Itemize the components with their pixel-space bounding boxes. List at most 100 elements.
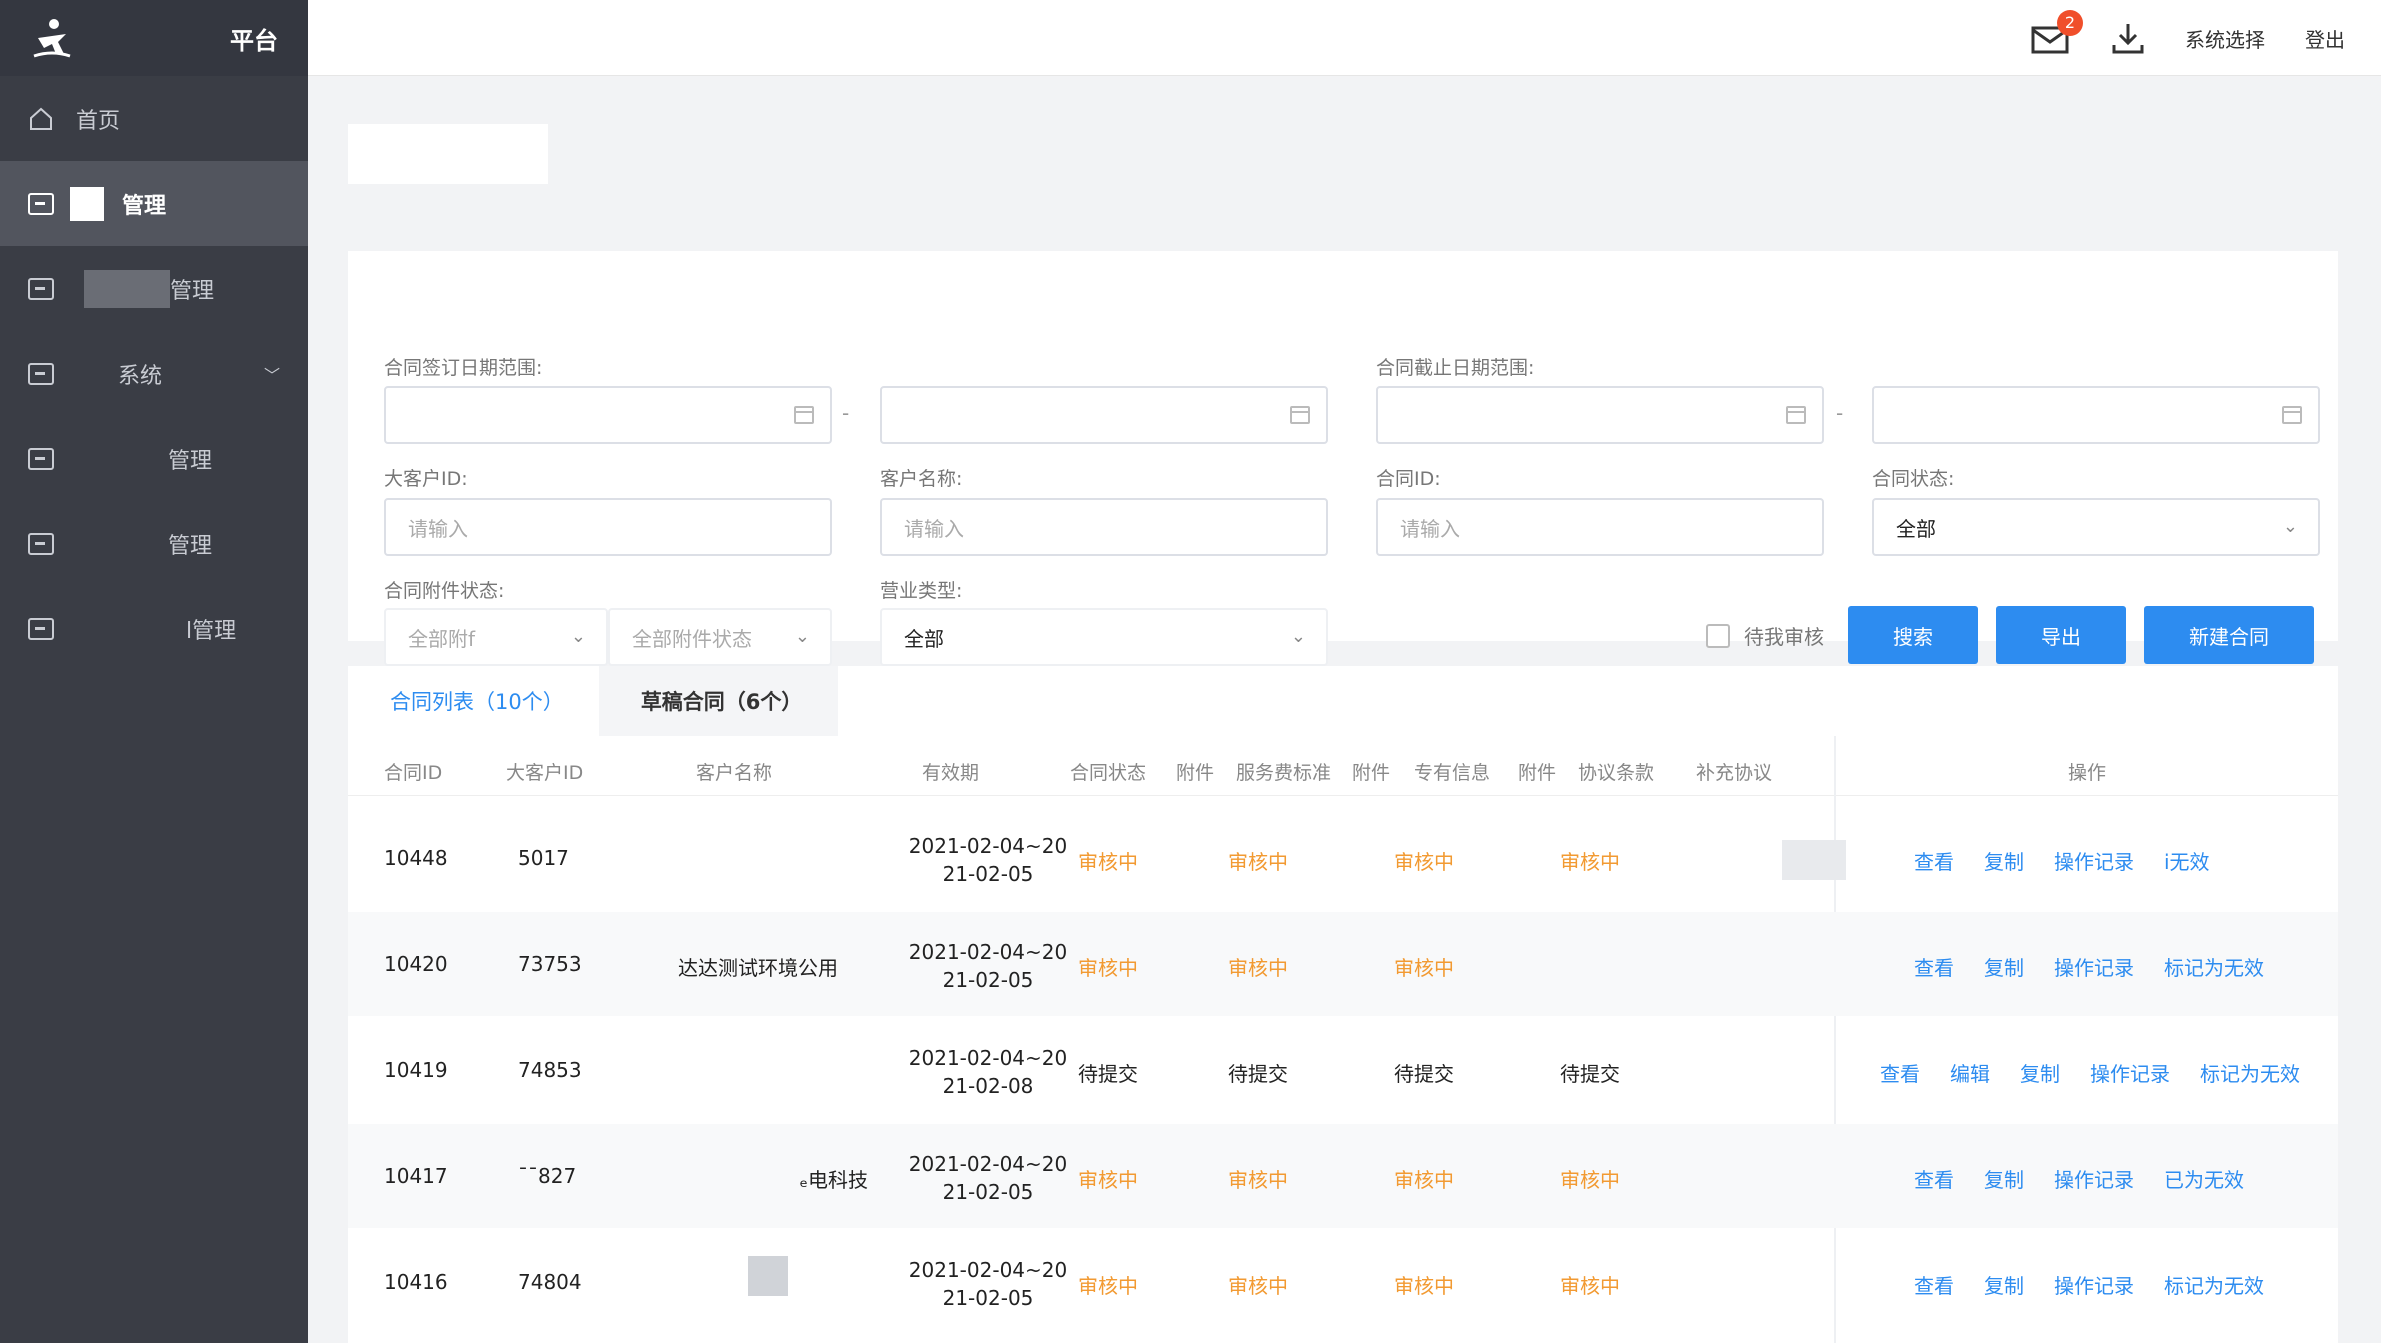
sign-date-label: 合同签订日期范围: xyxy=(384,357,543,379)
sidebar-item-label: 首页 xyxy=(76,108,121,134)
menu-icon xyxy=(28,447,54,470)
download-icon[interactable] xyxy=(2111,21,2145,55)
sidebar-item-system[interactable]: 系统 ﹀ xyxy=(0,331,308,416)
period-line: 2021-02-04~20 xyxy=(908,834,1068,858)
sidebar-item-manage-5[interactable]: l管理 xyxy=(0,586,308,671)
action-link[interactable]: 操作记录 xyxy=(2090,1058,2170,1087)
brand: 平台 xyxy=(0,0,308,76)
action-link[interactable]: 编辑 xyxy=(1950,1058,1990,1087)
end-date-label: 合同截止日期范围: xyxy=(1376,357,1535,379)
end-date-start-input[interactable] xyxy=(1376,386,1824,444)
action-link[interactable]: 查看 xyxy=(1914,846,1954,875)
business-type-select[interactable]: 全部 ⌄ xyxy=(880,608,1328,666)
action-link[interactable]: 复制 xyxy=(1984,952,2024,981)
action-link[interactable]: i无效 xyxy=(2164,846,2210,875)
customer-name: ₑ电科技 xyxy=(799,1168,868,1192)
customer-name-input[interactable]: 请输入 xyxy=(880,498,1328,556)
calendar-icon xyxy=(1290,406,1310,424)
contract-id: 10448 xyxy=(384,846,448,870)
sidebar: 平台 首页 管理 管理 系统 ﹀ 管理 管理 l管理 xyxy=(0,0,308,1343)
table-row: 10419 74853 2021-02-04~20 21-02-08 待提交 待提交 待提交… xyxy=(348,1018,2338,1122)
home-icon xyxy=(28,106,54,132)
action-link[interactable]: 操作记录 xyxy=(2054,952,2134,981)
contract-id-input[interactable]: 请输入 xyxy=(1376,498,1824,556)
action-link[interactable]: 操作记录 xyxy=(2054,846,2134,875)
action-link[interactable]: 标记为无效 xyxy=(2200,1058,2300,1087)
column-header: 操作 xyxy=(2068,762,2107,784)
sidebar-item-label: 管理 xyxy=(122,193,167,219)
logo-icon xyxy=(33,19,71,58)
end-date-end-input[interactable] xyxy=(1872,386,2320,444)
customer-id-label: 大客户ID: xyxy=(384,468,468,490)
attachment-select-2[interactable]: 全部附件状态 ⌄ xyxy=(608,608,832,666)
contract-status-select[interactable]: 全部 ⌄ xyxy=(1872,498,2320,556)
new-contract-button[interactable]: 新建合同 xyxy=(2144,606,2314,664)
placeholder: 请输入 xyxy=(1400,516,1460,541)
customer-id-input[interactable]: 请输入 xyxy=(384,498,832,556)
select-value: 全部 xyxy=(1896,516,1936,541)
contract-id-label: 合同ID: xyxy=(1376,468,1441,490)
notification-badge: 2 xyxy=(2057,10,2083,36)
topbar: 2 系统选择 登出 xyxy=(308,0,2381,76)
system-select-link[interactable]: 系统选择 xyxy=(2185,24,2265,53)
agreement-terms-status: 审核中 xyxy=(1560,1274,1620,1298)
sidebar-item-home[interactable]: 首页 xyxy=(0,76,308,161)
menu-icon xyxy=(28,617,54,640)
sidebar-item-manage-4[interactable]: 管理 xyxy=(0,501,308,586)
export-button[interactable]: 导出 xyxy=(1996,606,2126,664)
attachment-status-label: 合同附件状态: xyxy=(384,580,505,602)
agreement-terms-status: 待提交 xyxy=(1560,1062,1620,1086)
placeholder: 请输入 xyxy=(408,516,468,541)
service-fee-status: 审核中 xyxy=(1228,1168,1288,1192)
action-link[interactable]: 查看 xyxy=(1880,1058,1920,1087)
pending-review-checkbox[interactable]: 待我审核 xyxy=(1706,621,1824,650)
action-link[interactable]: 查看 xyxy=(1914,1164,1954,1193)
action-link[interactable]: 查看 xyxy=(1914,952,1954,981)
filter-panel: 合同签订日期范围: - 合同截止日期范围: - 大客户ID: 请输入 客户名称:… xyxy=(348,251,2338,666)
breadcrumb-area xyxy=(348,124,1648,264)
message-button[interactable]: 2 xyxy=(2031,10,2083,54)
redacted-block xyxy=(70,186,104,221)
proprietary-info-status: 待提交 xyxy=(1394,1062,1454,1086)
action-link[interactable]: 标记为无效 xyxy=(2164,952,2264,981)
period-line: 21-02-05 xyxy=(942,968,1034,992)
action-link[interactable]: 标记为无效 xyxy=(2164,1270,2264,1299)
action-link[interactable]: 操作记录 xyxy=(2054,1270,2134,1299)
brand-title: 平台 xyxy=(230,26,278,55)
action-link[interactable]: 操作记录 xyxy=(2054,1164,2134,1193)
action-link[interactable]: 复制 xyxy=(1984,1164,2024,1193)
contract-status: 审核中 xyxy=(1078,1168,1138,1192)
search-button[interactable]: 搜索 xyxy=(1848,606,1978,664)
main-content: 合同签订日期范围: - 合同截止日期范围: - 大客户ID: 请输入 客户名称:… xyxy=(308,76,2381,1343)
sidebar-item-manage-2[interactable]: 管理 xyxy=(0,246,308,331)
attachment-select-1[interactable]: 全部附f ⌄ xyxy=(384,608,608,666)
redacted-block xyxy=(1782,840,1846,880)
column-header: 协议条款 xyxy=(1578,762,1655,784)
contract-status: 审核中 xyxy=(1078,1274,1138,1298)
period-line: 21-02-05 xyxy=(942,1180,1034,1204)
action-link[interactable]: 查看 xyxy=(1914,1270,1954,1299)
placeholder: 请输入 xyxy=(904,516,964,541)
tab-draft-contracts[interactable]: 草稿合同（6个） xyxy=(599,686,838,716)
action-link[interactable]: 复制 xyxy=(1984,846,2024,875)
service-fee-status: 审核中 xyxy=(1228,1274,1288,1298)
proprietary-info-status: 审核中 xyxy=(1394,1168,1454,1192)
logout-link[interactable]: 登出 xyxy=(2305,24,2345,53)
sidebar-item-manage-1[interactable]: 管理 xyxy=(0,161,308,246)
row-actions: 查看 复制 操作记录 i无效 xyxy=(1914,846,2210,875)
tab-contract-list[interactable]: 合同列表（10个） xyxy=(348,666,599,736)
action-link[interactable]: 已为无效 xyxy=(2164,1164,2244,1193)
range-dash: - xyxy=(1836,401,1844,425)
action-link[interactable]: 复制 xyxy=(1984,1270,2024,1299)
checkbox[interactable] xyxy=(1706,623,1730,648)
action-link[interactable]: 复制 xyxy=(2020,1058,2060,1087)
period-line: 21-02-05 xyxy=(942,1286,1034,1310)
calendar-icon xyxy=(2282,406,2302,424)
menu-icon xyxy=(28,192,54,215)
calendar-icon xyxy=(1786,406,1806,424)
sidebar-item-manage-3[interactable]: 管理 xyxy=(0,416,308,501)
sign-date-end-input[interactable] xyxy=(880,386,1328,444)
sign-date-start-input[interactable] xyxy=(384,386,832,444)
proprietary-info-status: 审核中 xyxy=(1394,1274,1454,1298)
contract-status: 审核中 xyxy=(1078,956,1138,980)
